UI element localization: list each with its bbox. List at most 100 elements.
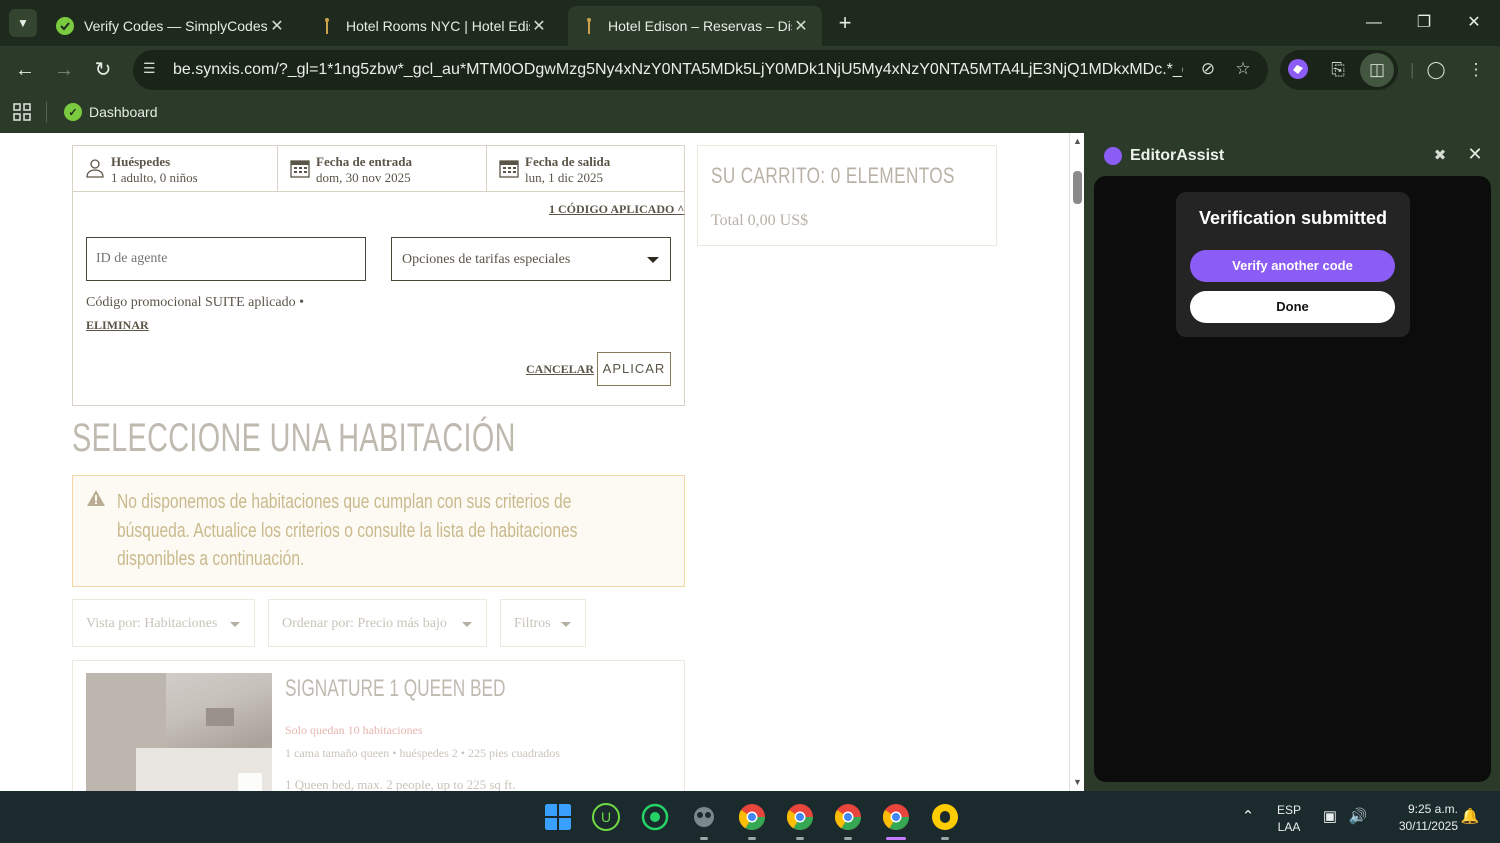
clock-time[interactable]: 9:25 a.m. xyxy=(1380,802,1458,816)
alert-message: No disponemos de habitaciones que cumpla… xyxy=(117,491,578,570)
remove-promo-link[interactable]: ELIMINAR xyxy=(86,318,149,333)
cancel-link[interactable]: CANCELAR xyxy=(526,362,594,377)
no-availability-alert: No disponemos de habitaciones que cumpla… xyxy=(72,475,685,587)
clock-date[interactable]: 30/11/2025 xyxy=(1380,819,1458,833)
profile-icon[interactable]: ◯ xyxy=(1424,58,1448,82)
chrome-icon[interactable] xyxy=(786,803,814,831)
url-text[interactable]: be.synxis.com/?_gl=1*1ng5zbw*_gcl_au*MTM… xyxy=(173,61,1183,79)
promo-code-status: Código promocional SUITE aplicado • xyxy=(86,295,304,310)
checkout-selector[interactable]: Fecha de salida lun, 1 dic 2025 xyxy=(487,146,684,191)
restore-button[interactable]: ❐ xyxy=(1402,8,1446,38)
chrome-icon[interactable] xyxy=(834,803,862,831)
calendar-icon xyxy=(499,160,519,178)
cart-summary: SU CARRITO: 0 ELEMENTOS Total 0,00 US$ xyxy=(697,145,997,246)
gallery-icon[interactable] xyxy=(238,773,262,791)
unpin-icon[interactable]: ✖ xyxy=(1430,146,1450,166)
close-tab-icon[interactable]: ✕ xyxy=(792,16,810,36)
active-indicator xyxy=(886,837,906,840)
apply-button[interactable]: APLICAR xyxy=(597,352,671,386)
chevron-down-icon xyxy=(462,622,472,627)
running-indicator xyxy=(700,837,708,840)
bookmarks-separator xyxy=(46,102,47,122)
bookmark-dashboard[interactable]: ✓ Dashboard xyxy=(64,100,158,124)
running-indicator xyxy=(941,837,949,840)
tab-title: Hotel Rooms NYC | Hotel Edison xyxy=(346,18,530,34)
chevron-down-icon xyxy=(230,622,240,627)
tab-strip: ▼ Verify Codes — SimplyCodes ✕ Hotel Roo… xyxy=(0,0,1500,46)
apps-grid-icon[interactable] xyxy=(13,103,31,121)
codes-applied-toggle[interactable]: 1 CÓDIGO APLICADO ^ xyxy=(549,202,684,217)
tab-search-button[interactable]: ▼ xyxy=(9,9,37,37)
notifications-bell-icon[interactable]: 🔔 xyxy=(1460,807,1480,827)
room-description: 1 Queen bed, max. 2 people, up to 225 sq… xyxy=(285,777,516,791)
done-button[interactable]: Done xyxy=(1190,291,1395,323)
room-title[interactable]: SIGNATURE 1 QUEEN BED xyxy=(285,675,506,703)
cyberghost-icon[interactable] xyxy=(931,803,959,831)
extensions-group: ⎘ ◫ xyxy=(1280,50,1398,90)
volume-icon[interactable]: 🔊 xyxy=(1348,807,1368,827)
bookmark-star-icon[interactable]: ☆ xyxy=(1232,59,1254,81)
editorassist-extension-icon[interactable] xyxy=(1286,58,1310,82)
agent-id-input[interactable] xyxy=(86,237,366,281)
tab-hotel-rooms[interactable]: Hotel Rooms NYC | Hotel Edison ✕ xyxy=(306,6,560,46)
running-indicator xyxy=(796,837,804,840)
language-bottom[interactable]: LAA xyxy=(1270,820,1308,834)
chrome-icon[interactable] xyxy=(738,803,766,831)
scroll-up-icon[interactable]: ▲ xyxy=(1073,137,1082,146)
verify-another-code-button[interactable]: Verify another code xyxy=(1190,250,1395,282)
toolbar-separator: | xyxy=(1410,60,1415,79)
whatsapp-icon[interactable] xyxy=(641,803,669,831)
menu-kebab-icon[interactable]: ⋮ xyxy=(1464,58,1488,82)
cart-total: Total 0,00 US$ xyxy=(711,212,809,229)
editorassist-logo-icon xyxy=(1104,147,1122,165)
dashboard-icon: ✓ xyxy=(64,103,82,121)
side-panel-icon[interactable]: ◫ xyxy=(1360,53,1394,87)
new-tab-button[interactable]: + xyxy=(832,10,858,36)
close-tab-icon[interactable]: ✕ xyxy=(530,16,548,36)
close-window-button[interactable]: ✕ xyxy=(1452,8,1496,38)
view-by-label: Vista por: Habitaciones xyxy=(86,616,218,631)
warning-icon xyxy=(87,490,105,506)
special-rates-select[interactable]: Opciones de tarifas especiales xyxy=(391,237,671,281)
running-indicator xyxy=(844,837,852,840)
chevron-down-icon xyxy=(561,622,571,627)
chevron-down-icon xyxy=(647,257,659,263)
page-scrollbar[interactable]: ▲ ▼ xyxy=(1069,133,1084,791)
room-photo[interactable] xyxy=(86,673,272,791)
panel-title: EditorAssist xyxy=(1130,147,1225,164)
tracking-off-icon[interactable]: ⊘ xyxy=(1197,59,1219,81)
tab-simplycodes[interactable]: Verify Codes — SimplyCodes ✕ xyxy=(44,6,298,46)
bookmark-label: Dashboard xyxy=(89,104,158,120)
address-bar[interactable]: ☰ be.synxis.com/?_gl=1*1ng5zbw*_gcl_au*M… xyxy=(133,50,1268,90)
sort-by-select[interactable]: Ordenar por: Precio más bajo xyxy=(268,599,487,647)
extensions-puzzle-icon[interactable]: ⎘ xyxy=(1326,58,1350,82)
panel-body: Verification submitted Verify another co… xyxy=(1094,176,1491,782)
windows-start-icon[interactable] xyxy=(544,803,572,831)
guests-value: 1 adulto, 0 niños xyxy=(111,170,198,185)
back-button[interactable]: ← xyxy=(11,56,39,84)
hotel-icon xyxy=(587,18,591,34)
tab-title: Hotel Edison – Reservas – Disponibilidad xyxy=(608,18,792,34)
site-info-icon[interactable]: ☰ xyxy=(143,60,161,78)
view-by-select[interactable]: Vista por: Habitaciones xyxy=(72,599,255,647)
guests-selector[interactable]: Huéspedes 1 adulto, 0 niños xyxy=(73,146,277,191)
tab-hotel-edison-active[interactable]: Hotel Edison – Reservas – Disponibilidad… xyxy=(568,6,822,46)
close-panel-icon[interactable]: ✕ xyxy=(1465,144,1485,164)
close-tab-icon[interactable]: ✕ xyxy=(268,16,286,36)
filters-select[interactable]: Filtros xyxy=(500,599,586,647)
checkin-selector[interactable]: Fecha de entrada dom, 30 nov 2025 xyxy=(278,146,486,191)
rooms-left-text: Solo quedan 10 habitaciones xyxy=(285,723,423,737)
language-top[interactable]: ESP xyxy=(1270,803,1308,817)
chrome-icon[interactable] xyxy=(882,803,910,831)
game-app-icon[interactable] xyxy=(690,803,718,831)
reload-button[interactable]: ↻ xyxy=(89,56,117,84)
filters-label: Filtros xyxy=(514,616,551,631)
scroll-down-icon[interactable]: ▼ xyxy=(1073,778,1082,787)
upwork-icon[interactable]: U xyxy=(592,803,620,831)
minimize-button[interactable]: — xyxy=(1352,8,1396,38)
scrollbar-thumb[interactable] xyxy=(1073,171,1082,204)
room-card: SIGNATURE 1 QUEEN BED Solo quedan 10 hab… xyxy=(72,660,685,791)
forward-button[interactable]: → xyxy=(50,56,78,84)
network-icon[interactable]: ▣ xyxy=(1320,807,1340,827)
show-hidden-icons-chevron-icon[interactable]: ⌃ xyxy=(1238,807,1258,827)
